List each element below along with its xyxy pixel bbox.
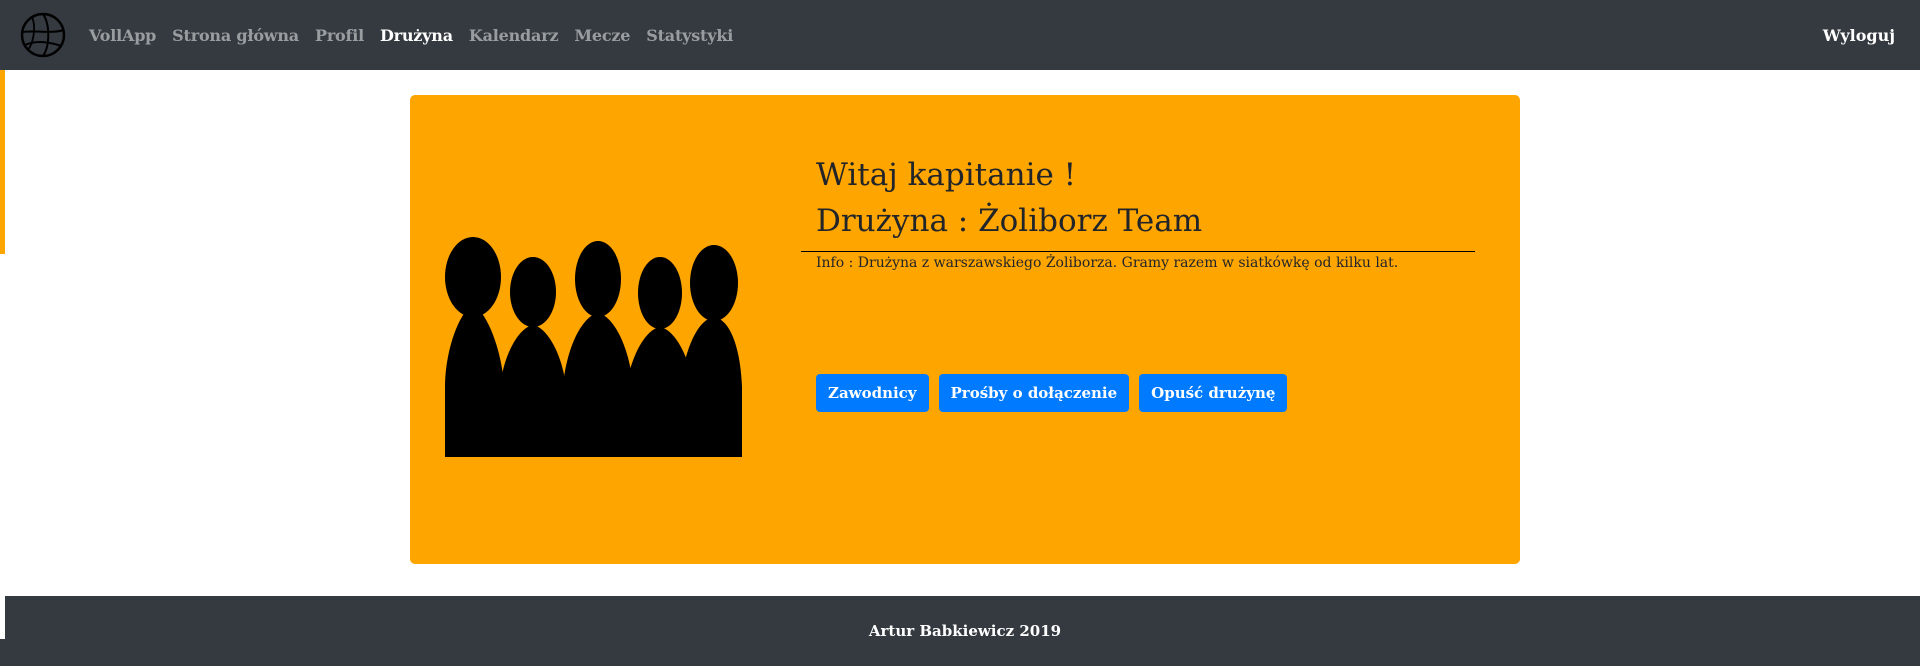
heading-divider xyxy=(801,251,1475,252)
nav-item-calendar[interactable]: Kalendarz xyxy=(469,26,559,45)
team-name-heading: Drużyna : Żoliborz Team xyxy=(816,203,1203,239)
side-accent-bar xyxy=(0,70,5,254)
navbar: VollApp Strona główna Profil Drużyna Kal… xyxy=(0,0,1920,70)
nav-item-matches[interactable]: Mecze xyxy=(574,26,630,45)
nav-item-team[interactable]: Drużyna xyxy=(380,26,453,45)
team-panel: Witaj kapitanie ! Drużyna : Żoliborz Tea… xyxy=(410,95,1520,564)
nav-item-profile[interactable]: Profil xyxy=(315,26,364,45)
team-actions: Zawodnicy Prośby o dołączenie Opuść druż… xyxy=(816,374,1288,412)
leave-team-button[interactable]: Opuść drużynę xyxy=(1139,374,1288,412)
logout-link[interactable]: Wyloguj xyxy=(1823,0,1895,70)
team-info-text: Info : Drużyna z warszawskiego Żoliborza… xyxy=(816,255,1399,271)
footer-copyright: Artur Babkiewicz 2019 xyxy=(868,622,1062,640)
team-heading: Witaj kapitanie ! Drużyna : Żoliborz Tea… xyxy=(816,152,1498,244)
join-requests-button[interactable]: Prośby o dołączenie xyxy=(938,374,1130,412)
nav-item-statistics[interactable]: Statystyki xyxy=(646,26,733,45)
players-button[interactable]: Zawodnicy xyxy=(816,374,929,412)
team-silhouette-icon xyxy=(445,237,742,457)
greeting-heading: Witaj kapitanie ! xyxy=(816,157,1077,193)
nav-menu: VollApp Strona główna Profil Drużyna Kal… xyxy=(89,0,733,70)
footer-edge-strip xyxy=(0,596,5,639)
volleyball-icon[interactable] xyxy=(20,12,66,58)
footer: Artur Babkiewicz 2019 xyxy=(0,596,1920,666)
nav-brand-link[interactable]: VollApp xyxy=(89,26,156,45)
nav-item-home[interactable]: Strona główna xyxy=(172,26,299,45)
